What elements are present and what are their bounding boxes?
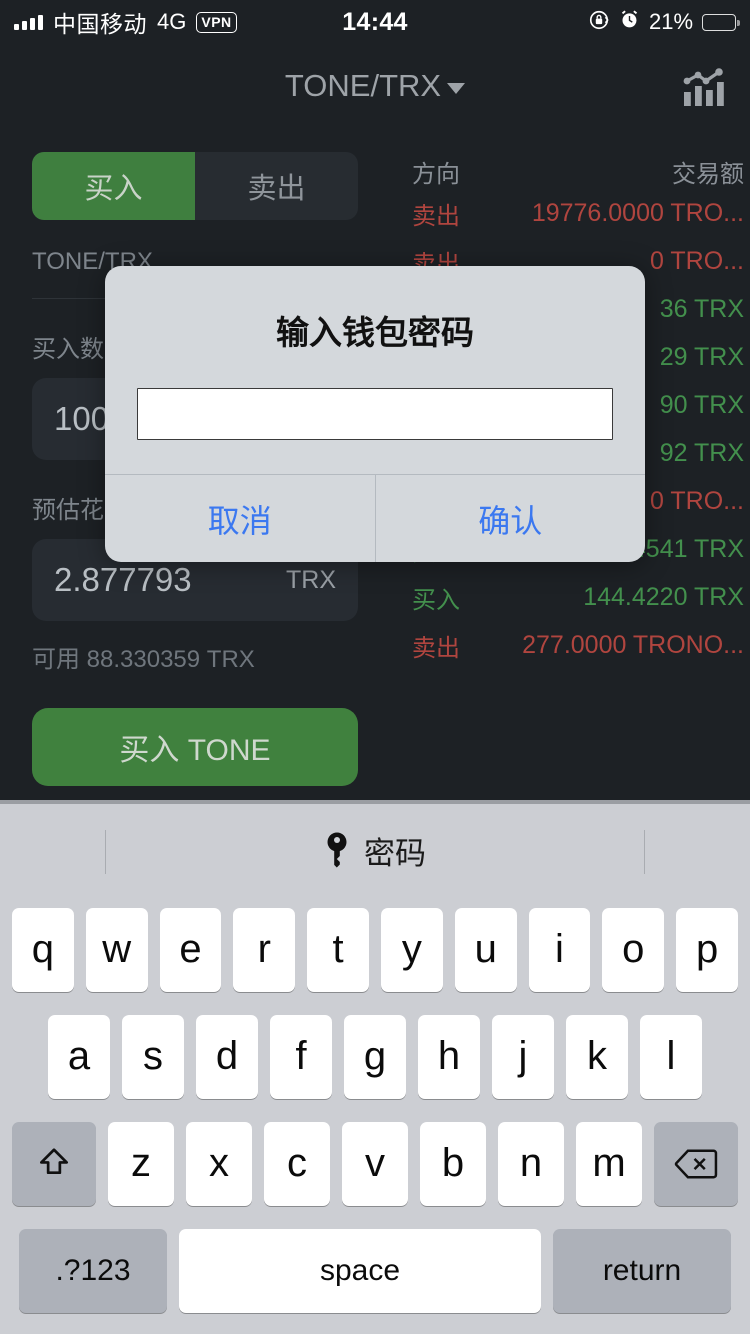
confirm-button[interactable]: 确认: [374, 475, 646, 562]
shift-key[interactable]: [12, 1121, 96, 1206]
key-q[interactable]: q: [12, 907, 74, 992]
keyboard-row-3-letters: zxcvbnm: [102, 1121, 648, 1206]
space-key[interactable]: space: [179, 1228, 541, 1313]
key-w[interactable]: w: [85, 907, 148, 992]
key-k[interactable]: k: [566, 1014, 628, 1099]
key-l[interactable]: l: [640, 1014, 702, 1099]
key-x[interactable]: x: [186, 1121, 252, 1206]
key-j[interactable]: j: [492, 1014, 554, 1099]
dialog-title: 输入钱包密码: [276, 314, 474, 351]
key-d[interactable]: d: [196, 1014, 258, 1099]
software-keyboard: 密码 qwertyuiop asdfghjkl zxcvbnm .?123 sp…: [0, 800, 750, 1334]
key-z[interactable]: z: [108, 1121, 174, 1206]
key-h[interactable]: h: [418, 1014, 480, 1099]
key-r[interactable]: r: [233, 907, 296, 992]
key-s[interactable]: s: [122, 1014, 184, 1099]
keyboard-row-1: qwertyuiop: [6, 896, 744, 1003]
key-p[interactable]: p: [676, 907, 738, 992]
phone-screen: 中国移动 4G VPN 14:44 21% TONE/TRX 买入 卖出 TON…: [0, 0, 750, 1334]
key-m[interactable]: m: [576, 1121, 642, 1206]
return-key[interactable]: return: [553, 1228, 731, 1313]
suggestion-separator-right: [644, 830, 645, 874]
dialog-field-wrap: [105, 354, 645, 474]
key-n[interactable]: n: [498, 1121, 564, 1206]
dialog-actions: 取消 确认: [105, 474, 645, 562]
key-y[interactable]: y: [381, 907, 443, 992]
keyboard-row-4: .?123 space return: [6, 1217, 744, 1324]
key-t[interactable]: t: [307, 907, 369, 992]
key-o[interactable]: o: [602, 907, 665, 992]
key-icon: [327, 832, 347, 868]
keyboard-rows: qwertyuiop asdfghjkl zxcvbnm .?123 space…: [0, 896, 750, 1324]
key-c[interactable]: c: [264, 1121, 330, 1206]
modal-overlay: 输入钱包密码 取消 确认: [0, 0, 750, 800]
keyboard-row-2: asdfghjkl: [6, 1003, 744, 1110]
suggestion-separator-left: [105, 830, 106, 874]
backspace-key[interactable]: [654, 1121, 738, 1206]
keyboard-suggestion-bar: 密码: [0, 804, 750, 896]
key-i[interactable]: i: [528, 907, 591, 992]
key-e[interactable]: e: [159, 907, 222, 992]
key-a[interactable]: a: [48, 1014, 110, 1099]
numeric-key[interactable]: .?123: [19, 1228, 167, 1313]
key-f[interactable]: f: [270, 1014, 332, 1099]
key-v[interactable]: v: [342, 1121, 408, 1206]
suggestion-item[interactable]: 密码: [324, 828, 426, 873]
key-b[interactable]: b: [420, 1121, 486, 1206]
backspace-icon: [674, 1149, 718, 1178]
suggestion-label: 密码: [364, 835, 426, 871]
key-u[interactable]: u: [454, 907, 517, 992]
keyboard-row-3: zxcvbnm: [6, 1110, 744, 1217]
cancel-button[interactable]: 取消: [105, 475, 375, 562]
password-input[interactable]: [137, 388, 613, 440]
password-dialog: 输入钱包密码 取消 确认: [105, 266, 645, 562]
key-g[interactable]: g: [344, 1014, 406, 1099]
shift-icon: [39, 1147, 69, 1174]
